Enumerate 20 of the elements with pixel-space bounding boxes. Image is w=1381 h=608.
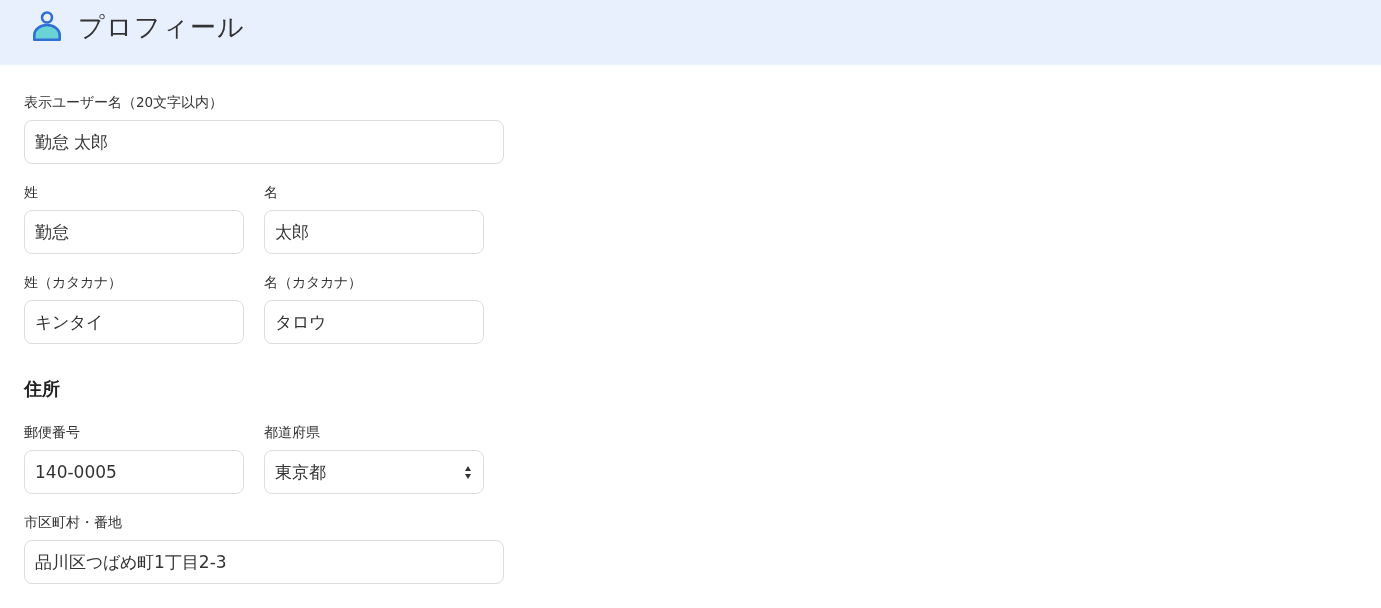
field-label: 郵便番号	[24, 423, 80, 442]
field-label: 姓（カタカナ）	[24, 273, 122, 292]
field-label: 名（カタカナ）	[264, 273, 362, 292]
field-label: 姓	[24, 183, 38, 202]
sort-arrows-icon	[465, 465, 471, 479]
field-label: 名	[264, 183, 278, 202]
input-field[interactable]: タロウ	[264, 300, 484, 344]
input-field[interactable]: 140-0005	[24, 450, 244, 494]
input-field[interactable]: 勤怠	[24, 210, 244, 254]
input-field[interactable]: 太郎	[264, 210, 484, 254]
field-label: 表示ユーザー名（20文字以内）	[24, 93, 224, 112]
user-icon	[32, 11, 62, 42]
input-field[interactable]: 勤怠 太郎	[24, 120, 504, 164]
field-label: 市区町村・番地	[24, 513, 122, 532]
field-label: 都道府県	[264, 423, 320, 442]
section-heading: 住所	[24, 377, 60, 401]
input-field[interactable]: 品川区つばめ町1丁目2-3	[24, 540, 504, 584]
select-field[interactable]: 東京都	[264, 450, 484, 494]
page-title: プロフィール	[78, 10, 245, 43]
input-field[interactable]: キンタイ	[24, 300, 244, 344]
